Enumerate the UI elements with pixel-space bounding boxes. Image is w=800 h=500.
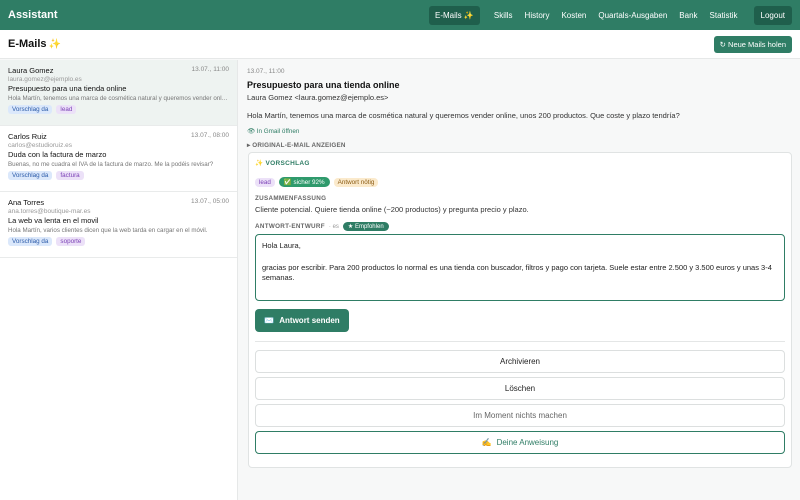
draft-heading: ANTWORT-ENTWURF: [255, 223, 325, 230]
suggestion-card: ✨ VORSCHLAG lead ✅ sicher 92% Antwort nö…: [248, 152, 792, 468]
email-detail: 13.07., 11:00 Presupuesto para una tiend…: [239, 60, 800, 500]
detail-subject: Presupuesto para una tienda online: [247, 80, 400, 90]
draft-language: · es: [328, 223, 339, 230]
detail-from: Laura Gomez <laura.gomez@ejemplo.es>: [247, 93, 389, 102]
main-nav: E-Mails ✨ Skills History Kosten Quartals…: [429, 5, 792, 25]
email-list-item[interactable]: Ana Torres 13.07., 05:00 ana.torres@bout…: [0, 192, 237, 258]
summary-heading: ZUSAMMENFASSUNG: [255, 195, 327, 202]
tag-suggestion-ready: Vorschlag da: [8, 105, 53, 114]
category-pill: lead: [255, 177, 275, 187]
delete-button[interactable]: Löschen: [255, 377, 785, 400]
email-list: Laura Gomez 13.07., 11:00 laura.gomez@ej…: [0, 60, 238, 500]
detail-body: Hola Martín, tenemos una marca de cosmét…: [247, 111, 680, 120]
top-nav-bar: Assistant E-Mails ✨ Skills History Koste…: [0, 0, 800, 30]
nav-item-statistik[interactable]: Statistik: [704, 6, 744, 25]
page-header: E-Mails ✨ ↻ Neue Mails holen: [0, 30, 800, 59]
email-sender: Laura Gomez: [8, 66, 54, 75]
email-address: ana.torres@boutique-mar.es: [8, 208, 91, 215]
email-subject: La web va lenta en el movil: [8, 216, 99, 225]
nav-item-quartals-ausgaben[interactable]: Quartals-Ausgaben: [592, 6, 673, 25]
open-in-gmail-link[interactable]: 👁 In Gmail öffnen: [247, 127, 792, 135]
email-subject: Duda con la factura de marzo: [8, 150, 107, 159]
email-list-item[interactable]: Carlos Ruiz 13.07., 08:00 carlos@estudio…: [0, 126, 237, 192]
draft-reply-textarea[interactable]: Hola Laura, gracias por escribir. Para 2…: [255, 234, 785, 301]
email-address: laura.gomez@ejemplo.es: [8, 76, 82, 83]
email-preview: Buenas, no me cuadra el IVA de la factur…: [8, 161, 214, 168]
email-date: 13.07., 05:00: [191, 198, 229, 205]
email-list-item[interactable]: Laura Gomez 13.07., 11:00 laura.gomez@ej…: [0, 60, 237, 126]
writing-hand-icon: ✍️: [481, 438, 492, 447]
status-pill: Antwort nötig: [333, 177, 379, 187]
logout-button[interactable]: Logout: [753, 5, 792, 25]
archive-button[interactable]: Archivieren: [255, 350, 785, 373]
custom-instruction-label: Deine Anweisung: [496, 438, 559, 447]
sparkle-icon: ✨: [48, 38, 61, 50]
tag-suggestion-ready: Vorschlag da: [8, 237, 53, 246]
page-title: E-Mails: [8, 38, 47, 50]
confidence-pill: ✅ sicher 92%: [278, 177, 330, 187]
email-sender: Carlos Ruiz: [8, 132, 47, 141]
email-subject: Presupuesto para una tienda online: [8, 84, 127, 93]
email-preview: Hola Martín, tenemos una marca de cosmét…: [8, 95, 229, 102]
send-reply-button[interactable]: ✉️ Antwort senden: [255, 309, 349, 332]
nav-item-emails[interactable]: E-Mails ✨: [429, 5, 480, 25]
do-nothing-button[interactable]: Im Moment nichts machen: [255, 404, 785, 427]
email-date: 13.07., 11:00: [191, 66, 229, 73]
envelope-icon: ✉️: [264, 316, 275, 325]
nav-item-kosten[interactable]: Kosten: [555, 6, 592, 25]
recommended-badge: ★ Empfohlen: [342, 222, 389, 231]
app-title: Assistant: [8, 9, 58, 21]
tag-category: factura: [56, 171, 84, 180]
detail-date: 13.07., 11:00: [247, 68, 285, 75]
email-address: carlos@estudioruiz.es: [8, 142, 73, 149]
summary-text: Cliente potencial. Quiere tienda online …: [255, 205, 529, 214]
email-sender: Ana Torres: [8, 198, 45, 207]
nav-item-history[interactable]: History: [519, 6, 556, 25]
email-preview: Hola Martín, varios clientes dicen que l…: [8, 227, 208, 234]
nav-item-bank[interactable]: Bank: [673, 6, 703, 25]
suggestion-heading: ✨ VORSCHLAG: [255, 160, 310, 167]
send-reply-label: Antwort senden: [279, 316, 340, 325]
divider: [255, 341, 785, 342]
show-original-toggle[interactable]: ▸ ORIGINAL-E-MAIL ANZEIGEN: [247, 142, 792, 149]
tag-suggestion-ready: Vorschlag da: [8, 171, 53, 180]
refresh-mails-button[interactable]: ↻ Neue Mails holen: [713, 35, 792, 53]
tag-category: soporte: [56, 237, 86, 246]
custom-instruction-button[interactable]: ✍️ Deine Anweisung: [255, 431, 785, 454]
email-date: 13.07., 08:00: [191, 132, 229, 139]
nav-item-skills[interactable]: Skills: [488, 6, 519, 25]
tag-category: lead: [56, 105, 77, 114]
